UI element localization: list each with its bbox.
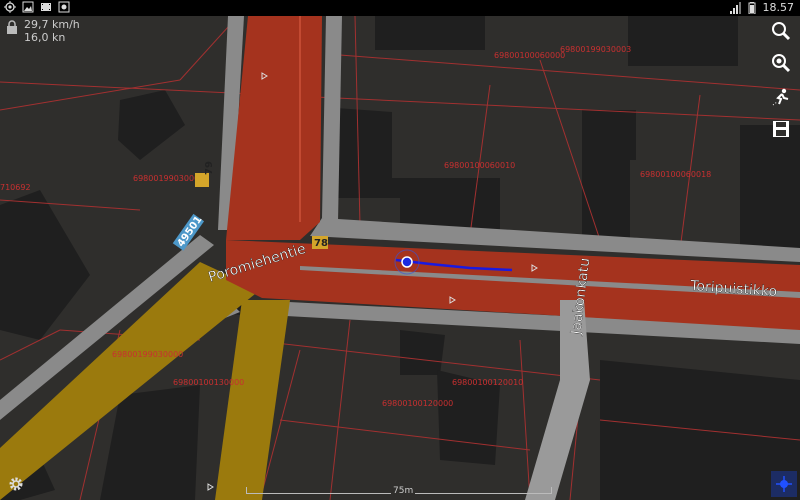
speed-kn: 16,0 kn bbox=[24, 31, 66, 44]
save-button[interactable] bbox=[768, 116, 794, 142]
road-number: 79 bbox=[204, 161, 215, 175]
status-left-icons bbox=[4, 1, 70, 13]
gps-icon bbox=[4, 1, 16, 13]
speed-kmh: 29,7 km/h bbox=[24, 18, 80, 31]
road-number: 78 bbox=[314, 238, 328, 249]
building bbox=[582, 110, 636, 244]
track-record-icon bbox=[772, 88, 789, 106]
building bbox=[740, 125, 800, 255]
lock-icon bbox=[7, 20, 17, 34]
parcel-id: 69800100130000 bbox=[173, 378, 244, 387]
parcel-id: 69800100120010 bbox=[452, 378, 523, 387]
zoom-in-button[interactable] bbox=[768, 18, 794, 44]
image-icon bbox=[22, 1, 34, 13]
building bbox=[375, 16, 485, 50]
battery-icon bbox=[748, 1, 755, 14]
film-icon bbox=[41, 3, 51, 11]
scale-bar-label: 75m bbox=[391, 486, 416, 496]
settings-button[interactable] bbox=[3, 471, 29, 497]
parcel-id: 69800199030000 bbox=[133, 174, 204, 183]
current-position-marker[interactable] bbox=[401, 256, 413, 268]
parcel-id: 69800199030003 bbox=[560, 45, 631, 54]
parcel-id: 69800199030000 bbox=[112, 350, 183, 359]
signal-icon bbox=[729, 1, 741, 14]
photo-icon bbox=[58, 1, 70, 13]
status-right: 18.57 bbox=[729, 1, 795, 14]
zoom-in-icon bbox=[772, 22, 791, 41]
parcel-id: 710692 bbox=[0, 183, 31, 192]
building bbox=[400, 330, 445, 375]
parcel-id: 69800100060018 bbox=[640, 170, 711, 179]
status-time: 18.57 bbox=[762, 1, 795, 14]
status-bar: 18.57 bbox=[0, 0, 800, 16]
speed-panel: 29,7 km/h 16,0 kn bbox=[6, 18, 80, 44]
parcel-id: 69800100060010 bbox=[444, 161, 515, 170]
parcel-id: 69800100060000 bbox=[494, 51, 565, 60]
location-button[interactable] bbox=[771, 471, 797, 497]
save-icon bbox=[773, 121, 789, 137]
map-canvas[interactable]: 69800100060000 69800199030003 6980010006… bbox=[0, 16, 800, 500]
parcel-id: 69800100120000 bbox=[382, 399, 453, 408]
track-record-button[interactable] bbox=[768, 84, 794, 110]
settings-icon bbox=[9, 477, 23, 491]
building bbox=[628, 16, 738, 66]
zoom-settings-button[interactable] bbox=[768, 50, 794, 76]
zoom-settings-icon bbox=[772, 54, 791, 73]
location-icon bbox=[776, 476, 792, 492]
scale-bar: 75m bbox=[246, 484, 552, 496]
